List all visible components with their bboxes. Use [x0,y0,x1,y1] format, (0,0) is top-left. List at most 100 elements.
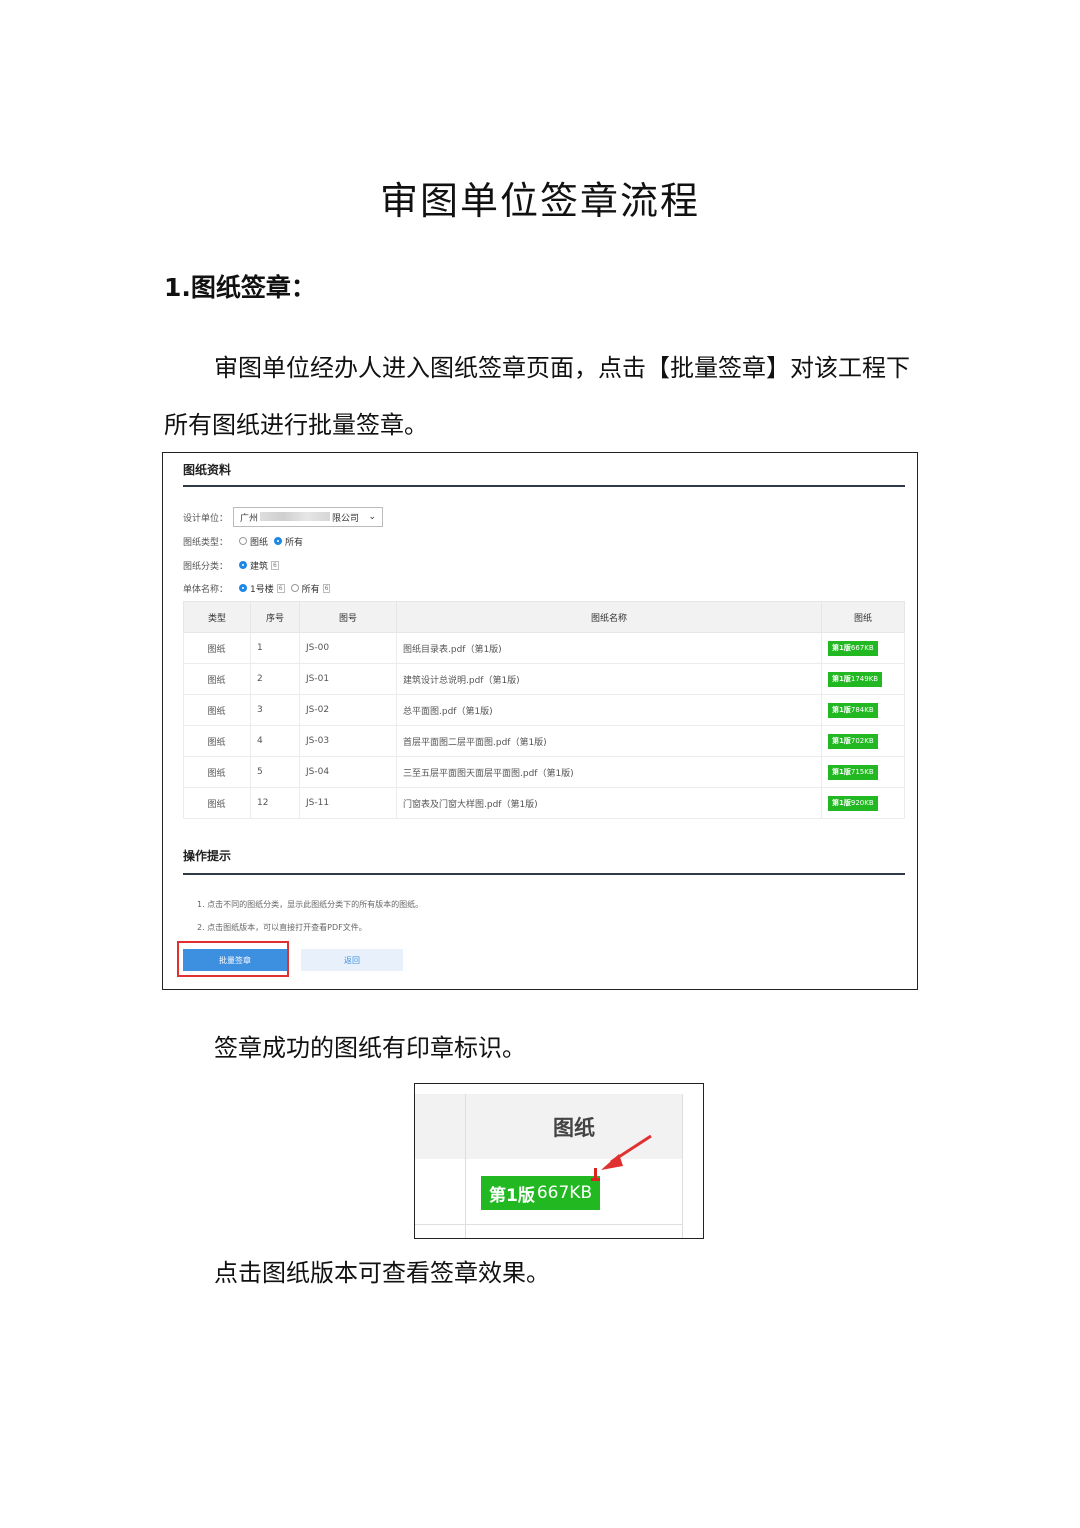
document-title: 审图单位签章流程 [379,179,700,223]
version-badge[interactable]: 第1版702KB [828,733,878,749]
radio-drawing-label: 图纸 [250,537,269,548]
cell-code: JS-11 [299,787,397,819]
table-row: 图纸 1 JS-00 图纸目录表.pdf（第1版) 第1版667KB [183,632,905,664]
tip-1: 1. 点击不同的图纸分类，显示此图纸分类下的所有版本的图纸。 [197,900,424,909]
cell-code: JS-04 [299,756,397,788]
cell-version: 第1版784KB [821,694,905,726]
tip-2: 2. 点击图纸版本，可以直接打开查看PDF文件。 [197,923,367,932]
cell-version: 第1版920KB [821,787,905,819]
radio-architecture[interactable] [239,561,247,569]
table-row: 图纸 2 JS-01 建筑设计总说明.pdf（第1版) 第1版1749KB [183,663,905,695]
cell-seq: 3 [250,694,300,726]
cell-code: JS-02 [299,694,397,726]
column-header: 序号 [250,601,300,633]
blurred-text [260,511,331,521]
radio-all[interactable] [274,537,283,545]
paragraph-stamp-note: 签章成功的图纸有印章标识。 [214,1034,526,1062]
table-row: 图纸 4 JS-03 首层平面图二层平面图.pdf（第1版) 第1版702KB [183,725,905,757]
cell-type: 图纸 [183,756,251,788]
cell-code: JS-00 [299,632,397,664]
cell-type: 图纸 [183,632,251,664]
paragraph-view-effect: 点击图纸版本可查看签章效果。 [214,1259,550,1287]
version-badge[interactable]: 第1版784KB [828,702,878,718]
column-header: 类型 [183,601,251,633]
column-header: 图纸名称 [396,601,822,633]
stamp-pin-icon [591,1168,600,1181]
design-unit-select[interactable]: 广州 限公司 ⌄ [233,507,383,527]
version-size: 667KB [536,1183,593,1203]
radio-building-1[interactable] [239,584,247,592]
cell-version: 第1版1749KB [821,663,905,695]
cell-type: 图纸 [183,725,251,757]
cell-type: 图纸 [183,694,251,726]
cell-type: 图纸 [183,663,251,695]
column-header: 图纸 [821,601,905,633]
cell-code: JS-01 [299,663,397,695]
chevron-down-icon: ⌄ [368,512,376,522]
unit-name-row: 单体名称： 1号楼 6 所有 6 [183,580,331,596]
unit-name-label: 单体名称： [183,584,229,595]
cell-version: 第1版715KB [821,756,905,788]
version-size: 702KB [850,736,874,745]
screenshot-drawing-list: 图纸资料 设计单位： 广州 限公司 ⌄ 图纸类型： 图纸 所有 图纸分类： 建筑 6… [162,452,918,990]
highlight-box [177,941,289,977]
cell-name: 门窗表及门窗大样图.pdf（第1版) [396,787,822,819]
version-badge[interactable]: 第1版715KB [828,764,878,780]
version-label: 第1版 [832,674,851,683]
cell-version: 第1版667KB [821,632,905,664]
radio-all-units-label: 所有 [301,584,320,595]
cell-seq: 4 [250,725,300,757]
version-size: 667KB [850,643,874,652]
tips-title: 操作提示 [183,849,232,863]
panel-divider [183,485,905,487]
cell-name: 三至五层平面图天面层平面图.pdf（第1版) [396,756,822,788]
version-label: 第1版 [832,705,851,714]
version-label: 第1版 [832,643,851,652]
category-row: 图纸分类： 建筑 6 [183,557,279,573]
cell-version: 第1版702KB [821,725,905,757]
back-button[interactable]: 返回 [301,949,403,971]
column-header: 图号 [299,601,397,633]
cell-name: 首层平面图二层平面图.pdf（第1版) [396,725,822,757]
version-size: 784KB [850,705,874,714]
cell-seq: 5 [250,756,300,788]
version-badge[interactable]: 第1版920KB [828,795,878,811]
radio-drawing[interactable] [239,537,247,545]
paragraph-intro: 审图单位经办人进入图纸签章页面，点击【批量签章】对该工程下所有图纸进行批量签章。 [164,340,924,454]
version-label: 第1版 [832,736,851,745]
version-label: 第1版 [832,798,851,807]
radio-architecture-label: 建筑 [250,561,269,572]
version-size: 715KB [850,767,874,776]
radio-building-1-label: 1号楼 [250,584,274,595]
cell-seq: 12 [250,787,300,819]
count-badge: 6 [322,583,331,593]
cell-seq: 1 [250,632,300,664]
table-header-row: 类型 序号 图号 图纸名称 图纸 [183,601,905,633]
drawing-type-label: 图纸类型： [183,537,229,548]
radio-all-label: 所有 [285,537,304,548]
paragraph-intro-text: 审图单位经办人进入图纸签章页面，点击【批量签章】对该工程下所有图纸进行批量签章。 [164,354,910,439]
cell-name: 建筑设计总说明.pdf（第1版) [396,663,822,695]
design-unit-row: 设计单位： 广州 限公司 ⌄ [183,507,383,527]
cell-code: JS-03 [299,725,397,757]
category-label: 图纸分类： [183,561,229,572]
cell-type: 图纸 [183,787,251,819]
version-label: 第1版 [489,1185,535,1206]
version-badge[interactable]: 第1版667KB [828,640,878,656]
version-badge[interactable]: 第1版1749KB [828,671,883,687]
design-unit-label: 设计单位： [183,513,229,524]
cell-name: 图纸目录表.pdf（第1版) [396,632,822,664]
table-row: 图纸 5 JS-04 三至五层平面图天面层平面图.pdf（第1版) 第1版715KB [183,756,905,788]
screenshot-stamp-zoom: 图纸 第1版 667KB [414,1083,704,1239]
table-row: 图纸 12 JS-11 门窗表及门窗大样图.pdf（第1版) 第1版920KB [183,787,905,819]
count-badge: 6 [271,560,279,570]
drawings-table: 类型 序号 图号 图纸名称 图纸 图纸 1 JS-00 图纸目录表.pdf（第1版) 第… [183,601,905,819]
radio-all-units[interactable] [290,584,299,592]
design-unit-suffix: 限公司 [332,513,360,524]
version-badge-zoomed[interactable]: 第1版 667KB [481,1176,601,1210]
count-badge: 6 [276,583,285,593]
version-size: 1749KB [850,674,879,683]
drawing-type-row: 图纸类型： 图纸 所有 [183,533,303,549]
zoom-row-divider [415,1224,683,1225]
panel-title: 图纸资料 [183,463,232,477]
